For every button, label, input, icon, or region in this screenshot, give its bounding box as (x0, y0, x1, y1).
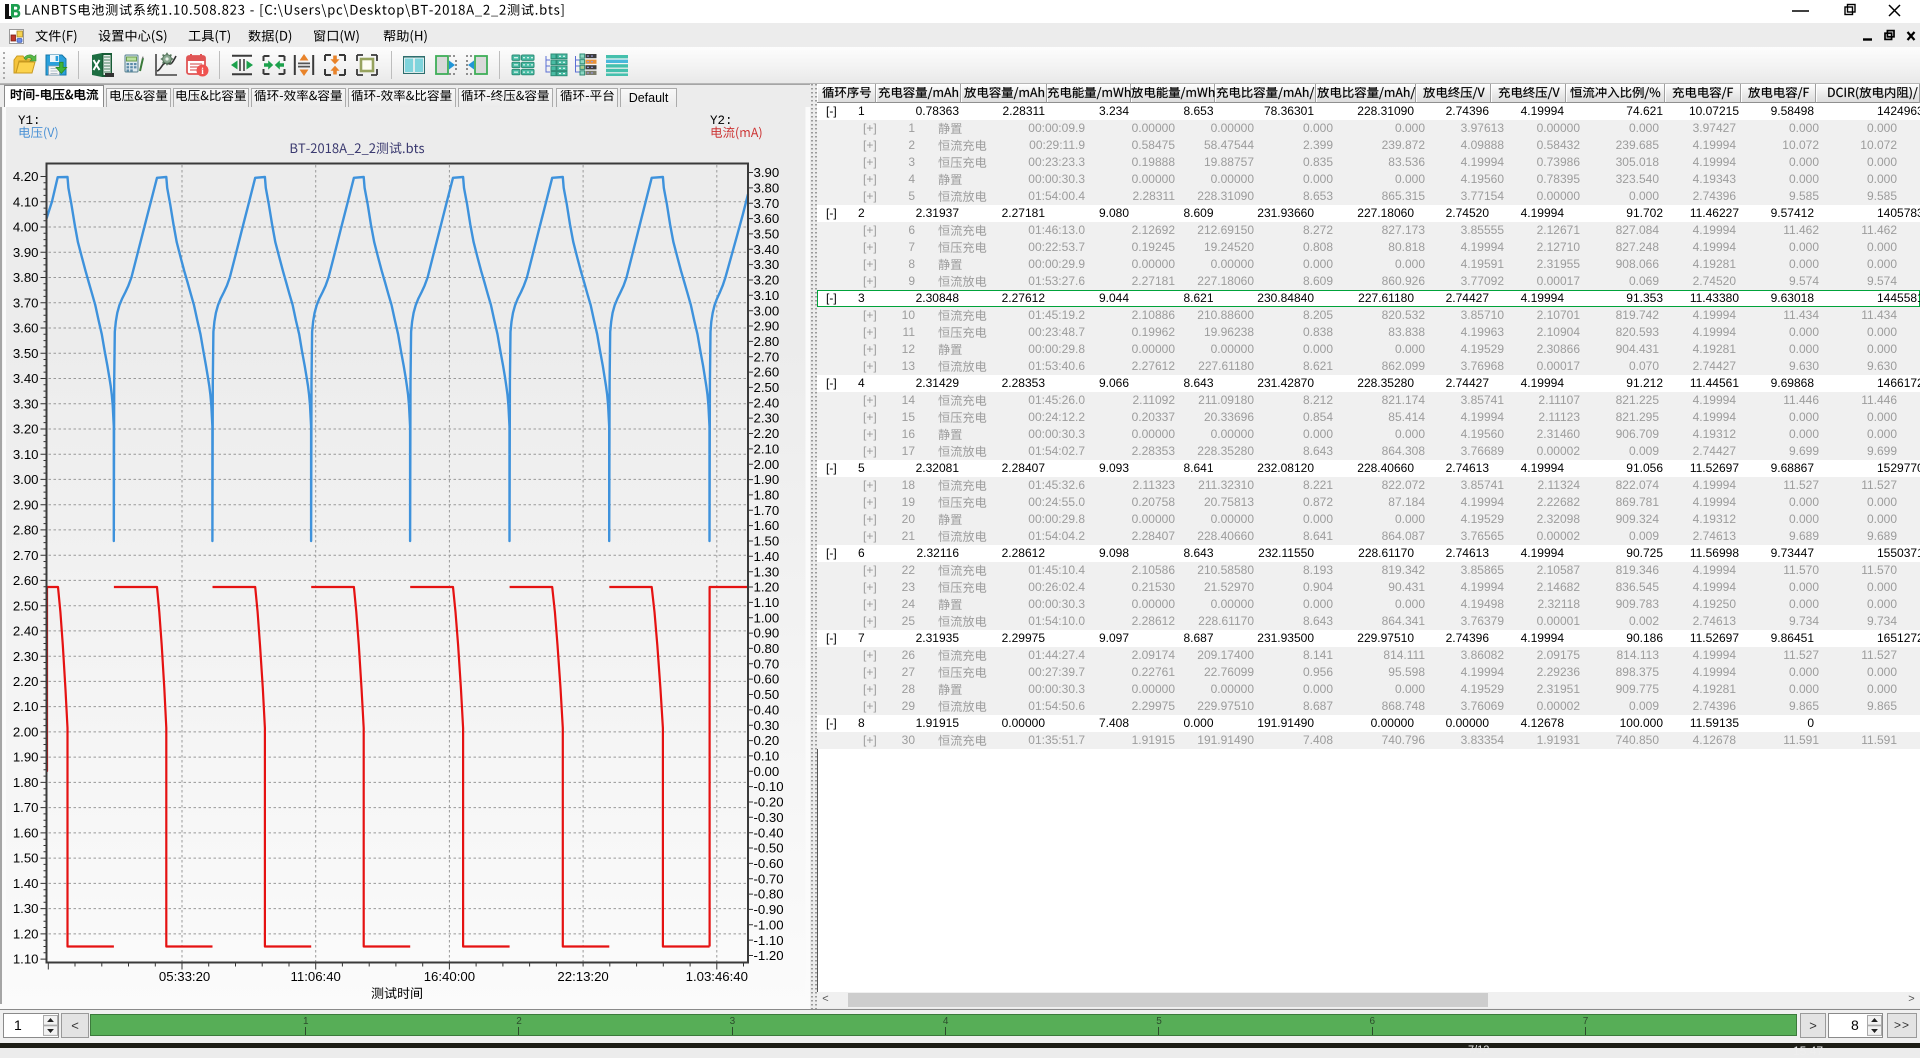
svg-text:3.40: 3.40 (13, 371, 39, 386)
svg-text:2.30: 2.30 (13, 649, 39, 664)
svg-text:05:33:20: 05:33:20 (159, 969, 210, 984)
svg-text:2.40: 2.40 (754, 395, 780, 410)
svg-text:0.60: 0.60 (754, 672, 780, 687)
svg-text:2.30: 2.30 (754, 411, 780, 426)
svg-text:3.20: 3.20 (13, 422, 39, 437)
svg-text:2.20: 2.20 (13, 674, 39, 689)
svg-text:4.20: 4.20 (13, 169, 39, 184)
svg-text:2.50: 2.50 (13, 598, 39, 613)
svg-text:3.30: 3.30 (754, 257, 780, 272)
svg-text:3.50: 3.50 (13, 346, 39, 361)
svg-text:1.40: 1.40 (13, 876, 39, 891)
svg-text:3.90: 3.90 (13, 245, 39, 260)
svg-text:0.40: 0.40 (754, 703, 780, 718)
svg-text:0.00: 0.00 (754, 764, 780, 779)
svg-text:1.00: 1.00 (754, 610, 780, 625)
svg-text:3.80: 3.80 (13, 270, 39, 285)
svg-text:3.30: 3.30 (13, 396, 39, 411)
svg-text:0.30: 0.30 (754, 718, 780, 733)
svg-text:1.30: 1.30 (13, 901, 39, 916)
svg-text:3.70: 3.70 (13, 295, 39, 310)
svg-text:-0.70: -0.70 (754, 871, 784, 886)
svg-text:3.60: 3.60 (754, 211, 780, 226)
svg-text:1.40: 1.40 (754, 549, 780, 564)
svg-text:2.20: 2.20 (754, 426, 780, 441)
svg-text:0.70: 0.70 (754, 656, 780, 671)
svg-text:3.80: 3.80 (754, 181, 780, 196)
svg-text:1.60: 1.60 (754, 518, 780, 533)
svg-text:1.60: 1.60 (13, 826, 39, 841)
svg-text:-0.40: -0.40 (754, 825, 784, 840)
svg-text:3.00: 3.00 (754, 303, 780, 318)
svg-text:1.70: 1.70 (13, 800, 39, 815)
svg-text:1.50: 1.50 (754, 534, 780, 549)
svg-text:0.50: 0.50 (754, 687, 780, 702)
svg-text:4.00: 4.00 (13, 220, 39, 235)
svg-text:0.80: 0.80 (754, 641, 780, 656)
svg-text:4.10: 4.10 (13, 194, 39, 209)
svg-text:3.20: 3.20 (754, 273, 780, 288)
svg-text:16:40:00: 16:40:00 (424, 969, 475, 984)
svg-text:2.90: 2.90 (13, 497, 39, 512)
svg-text:11:06:40: 11:06:40 (291, 969, 341, 984)
svg-text:-0.30: -0.30 (754, 810, 784, 825)
svg-text:3.40: 3.40 (754, 242, 780, 257)
svg-text:1.10: 1.10 (754, 595, 780, 610)
svg-text:2.10: 2.10 (13, 699, 39, 714)
svg-text:3.50: 3.50 (754, 227, 780, 242)
svg-text:2.80: 2.80 (754, 334, 780, 349)
svg-text:Y2:: Y2: (710, 114, 733, 128)
svg-text:2.90: 2.90 (754, 319, 780, 334)
svg-text:3.60: 3.60 (13, 321, 39, 336)
svg-text:-1.20: -1.20 (754, 948, 784, 963)
svg-text:Y1:: Y1: (18, 114, 41, 128)
svg-text:-0.80: -0.80 (754, 887, 784, 902)
svg-text:2.50: 2.50 (754, 380, 780, 395)
svg-text:1.90: 1.90 (13, 750, 39, 765)
svg-text:3.00: 3.00 (13, 472, 39, 487)
svg-text:1.70: 1.70 (754, 503, 780, 518)
svg-text:3.70: 3.70 (754, 196, 780, 211)
svg-text:2.10: 2.10 (754, 442, 780, 457)
svg-text:1.90: 1.90 (754, 472, 780, 487)
svg-text:-0.20: -0.20 (754, 795, 784, 810)
svg-text:-0.50: -0.50 (754, 841, 784, 856)
svg-text:0.20: 0.20 (754, 733, 780, 748)
svg-text:-0.60: -0.60 (754, 856, 784, 871)
svg-text:1.03:46:40: 1.03:46:40 (686, 969, 748, 984)
svg-text:-1.00: -1.00 (754, 917, 784, 932)
svg-text:3.10: 3.10 (754, 288, 780, 303)
svg-text:1.80: 1.80 (13, 775, 39, 790)
svg-text:2.40: 2.40 (13, 624, 39, 639)
svg-text:-1.10: -1.10 (754, 933, 784, 948)
svg-text:2.00: 2.00 (754, 457, 780, 472)
svg-text:2.00: 2.00 (13, 725, 39, 740)
svg-text:2.70: 2.70 (754, 349, 780, 364)
svg-text:-0.10: -0.10 (754, 779, 784, 794)
svg-text:3.90: 3.90 (754, 165, 780, 180)
svg-text:1.20: 1.20 (754, 580, 780, 595)
svg-text:22:13:20: 22:13:20 (557, 969, 608, 984)
svg-text:1.10: 1.10 (13, 952, 39, 967)
svg-text:2.70: 2.70 (13, 548, 39, 563)
svg-text:1.50: 1.50 (13, 851, 39, 866)
svg-text:1.80: 1.80 (754, 488, 780, 503)
svg-text:3.10: 3.10 (13, 447, 39, 462)
svg-text:-0.90: -0.90 (754, 902, 784, 917)
svg-text:2.60: 2.60 (754, 365, 780, 380)
svg-text:0.90: 0.90 (754, 626, 780, 641)
svg-text:2.80: 2.80 (13, 523, 39, 538)
svg-text:1.30: 1.30 (754, 564, 780, 579)
svg-text:0.10: 0.10 (754, 749, 780, 764)
svg-text:2.60: 2.60 (13, 573, 39, 588)
svg-text:1.20: 1.20 (13, 927, 39, 942)
